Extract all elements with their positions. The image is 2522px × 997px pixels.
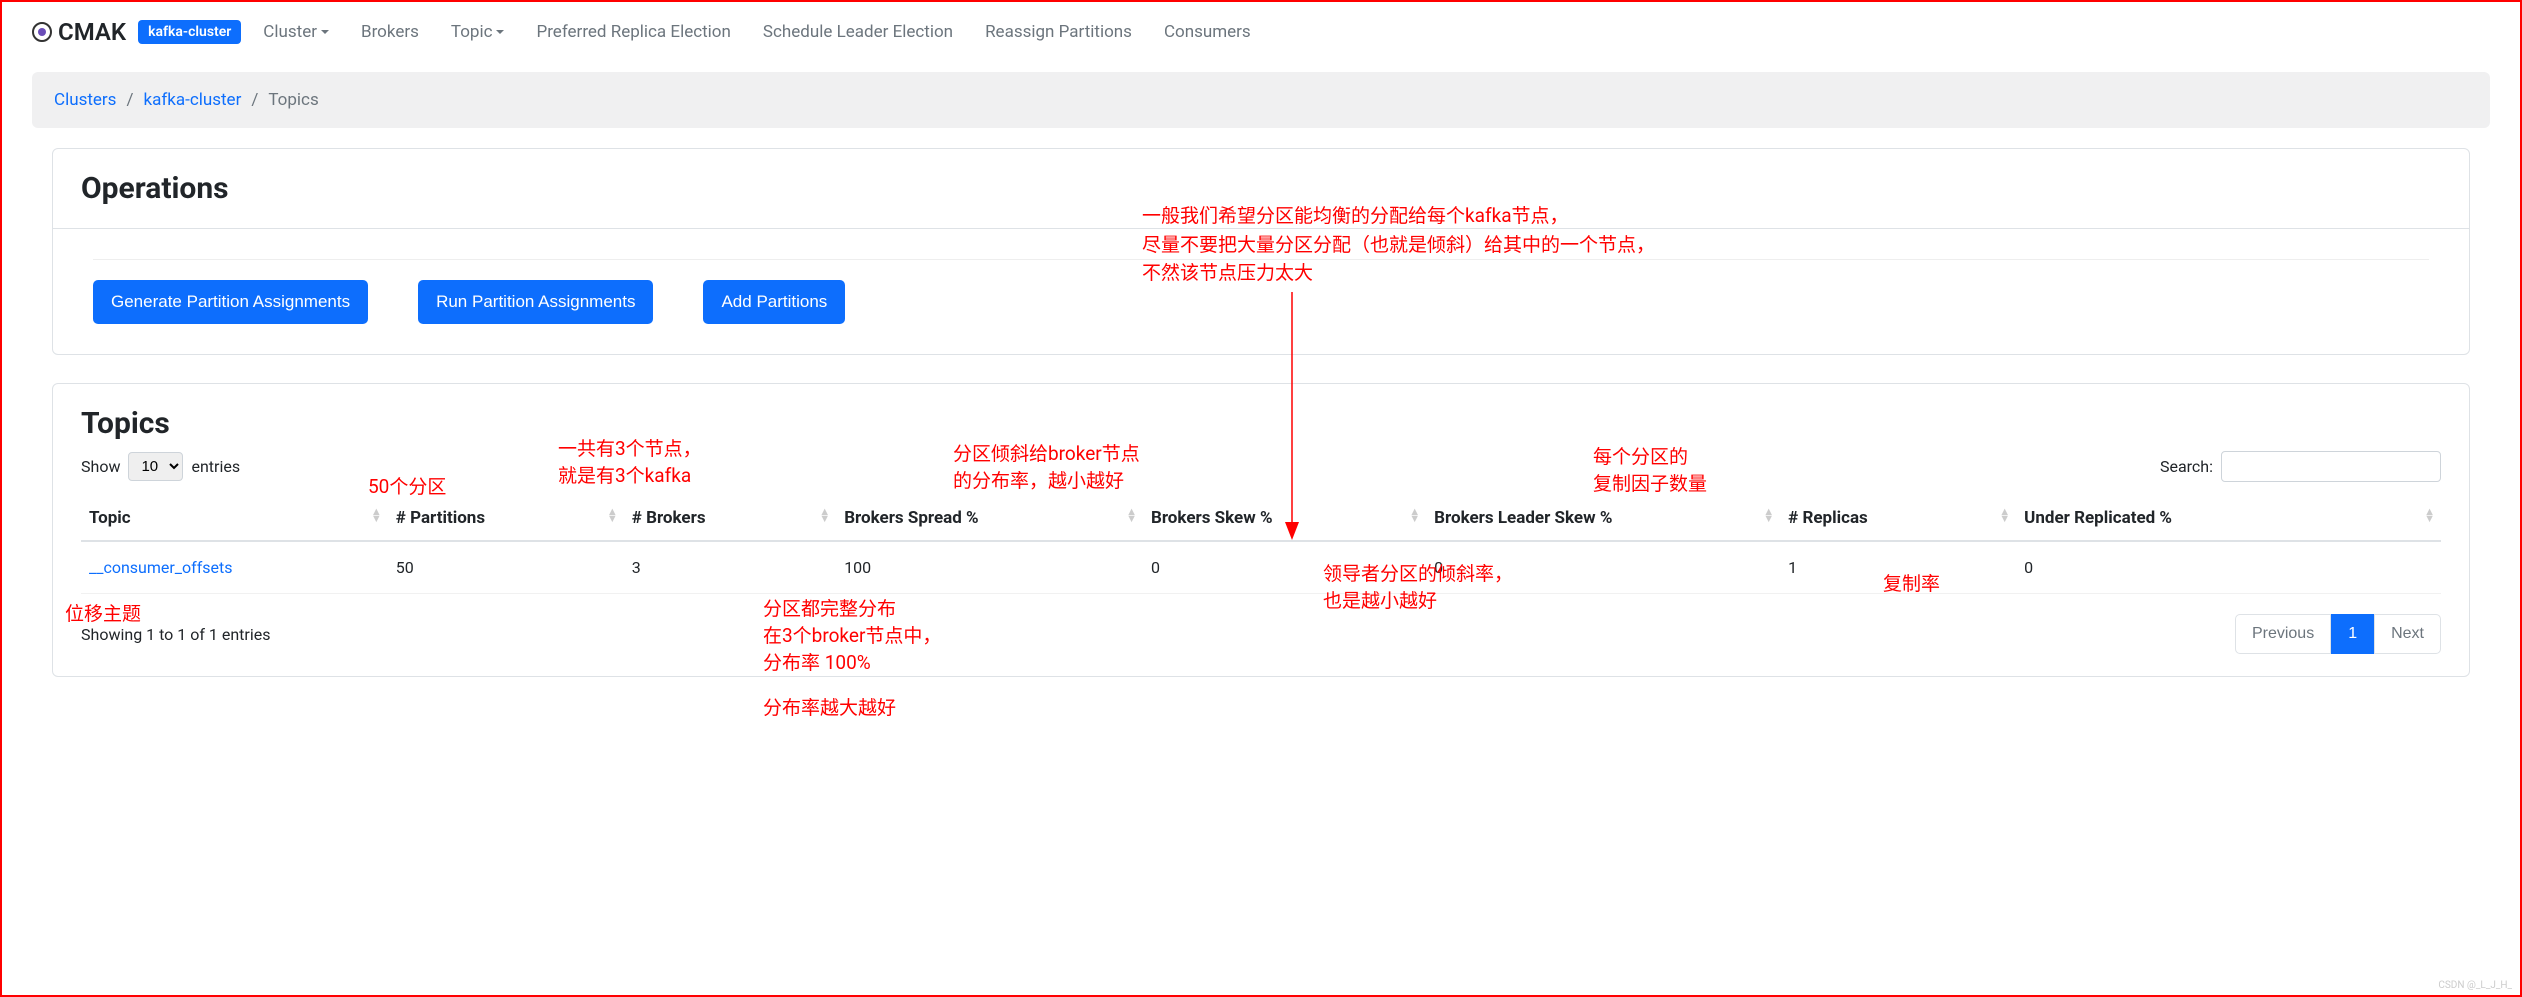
th-under[interactable]: Under Replicated %▲▼ <box>2016 496 2441 541</box>
nav-brokers[interactable]: Brokers <box>351 14 429 50</box>
show-entries: Show 10 entries <box>81 452 240 481</box>
caret-icon <box>321 30 329 34</box>
annotation-under: 复制率 <box>1883 569 1940 596</box>
cell-spread: 100 <box>836 541 1143 594</box>
generate-button[interactable]: Generate Partition Assignments <box>93 280 368 324</box>
annotation-offset: 位移主题 <box>65 599 141 626</box>
nav-schedule[interactable]: Schedule Leader Election <box>753 14 963 50</box>
annotation-skew: 分区倾斜给broker节点的分布率，越小越好 <box>953 439 1140 493</box>
arrow-icon <box>1277 292 1307 542</box>
th-brokers[interactable]: # Brokers▲▼ <box>624 496 836 541</box>
page-1-button[interactable]: 1 <box>2331 614 2374 654</box>
breadcrumb: Clusters / kafka-cluster / Topics <box>54 90 2468 110</box>
search-label: Search: <box>2160 457 2213 476</box>
nav-consumers[interactable]: Consumers <box>1154 14 1261 50</box>
th-partitions[interactable]: # Partitions▲▼ <box>388 496 624 541</box>
annotation-leader: 领导者分区的倾斜率，也是越小越好 <box>1323 559 1513 613</box>
table-row: __consumer_offsets 50 3 100 0 0 1 0 <box>81 541 2441 594</box>
brand-logo[interactable]: CMAK <box>32 18 126 46</box>
nav-preferred[interactable]: Preferred Replica Election <box>526 14 740 50</box>
cell-partitions: 50 <box>388 541 624 594</box>
annotation-top: 一般我们希望分区能均衡的分配给每个kafka节点， 尽量不要把大量分区分配（也就… <box>1142 202 1655 288</box>
annotation-replicas: 每个分区的复制因子数量 <box>1593 442 1707 496</box>
th-spread[interactable]: Brokers Spread %▲▼ <box>836 496 1143 541</box>
nav-cluster[interactable]: Cluster <box>253 14 339 50</box>
cell-brokers: 3 <box>624 541 836 594</box>
sort-icon: ▲▼ <box>1126 508 1137 522</box>
th-replicas[interactable]: # Replicas▲▼ <box>1780 496 2016 541</box>
topic-link[interactable]: __consumer_offsets <box>89 558 233 577</box>
prev-button[interactable]: Previous <box>2235 614 2331 654</box>
sort-icon: ▲▼ <box>819 508 830 522</box>
entries-select[interactable]: 10 <box>128 452 183 481</box>
cell-under: 0 <box>2016 541 2441 594</box>
caret-icon <box>496 30 504 34</box>
brand-text: CMAK <box>58 18 126 46</box>
cluster-badge[interactable]: kafka-cluster <box>138 20 241 44</box>
sort-icon: ▲▼ <box>1999 508 2010 522</box>
annotation-partitions: 50个分区 <box>368 472 446 499</box>
breadcrumb-clusters[interactable]: Clusters <box>54 90 116 110</box>
sort-icon: ▲▼ <box>607 508 618 522</box>
annotation-brokers: 一共有3个节点，就是有3个kafka <box>558 434 702 488</box>
th-topic[interactable]: Topic▲▼ <box>81 496 388 541</box>
nav-reassign[interactable]: Reassign Partitions <box>975 14 1142 50</box>
topics-title: Topics <box>81 406 2441 441</box>
add-button[interactable]: Add Partitions <box>703 280 845 324</box>
sort-icon: ▲▼ <box>1409 508 1420 522</box>
nav-topic[interactable]: Topic <box>441 14 515 50</box>
th-leader-skew[interactable]: Brokers Leader Skew %▲▼ <box>1426 496 1780 541</box>
breadcrumb-current: Topics <box>268 90 318 110</box>
breadcrumb-sep: / <box>126 90 133 110</box>
annotation-spread: 分区都完整分布在3个broker节点中，分布率 100% 分布率越大越好 <box>763 594 941 720</box>
table-info: Showing 1 to 1 of 1 entries <box>81 625 270 644</box>
topics-table: Topic▲▼ # Partitions▲▼ # Brokers▲▼ Broke… <box>81 496 2441 594</box>
search-input[interactable] <box>2221 451 2441 482</box>
sort-icon: ▲▼ <box>2424 508 2435 522</box>
sort-icon: ▲▼ <box>1763 508 1774 522</box>
pagination: Previous 1 Next <box>2235 614 2441 654</box>
breadcrumb-sep: / <box>251 90 258 110</box>
logo-icon <box>32 22 52 42</box>
breadcrumb-cluster[interactable]: kafka-cluster <box>143 90 241 110</box>
navbar: CMAK kafka-cluster Cluster Brokers Topic… <box>2 2 2520 62</box>
topics-card: Topics Show 10 entries Search: Topic▲▼ #… <box>52 383 2470 677</box>
watermark: CSDN @_L_J_H_ <box>2438 980 2512 991</box>
run-button[interactable]: Run Partition Assignments <box>418 280 653 324</box>
next-button[interactable]: Next <box>2374 614 2441 654</box>
sort-icon: ▲▼ <box>371 508 382 522</box>
breadcrumb-container: Clusters / kafka-cluster / Topics <box>32 72 2490 128</box>
